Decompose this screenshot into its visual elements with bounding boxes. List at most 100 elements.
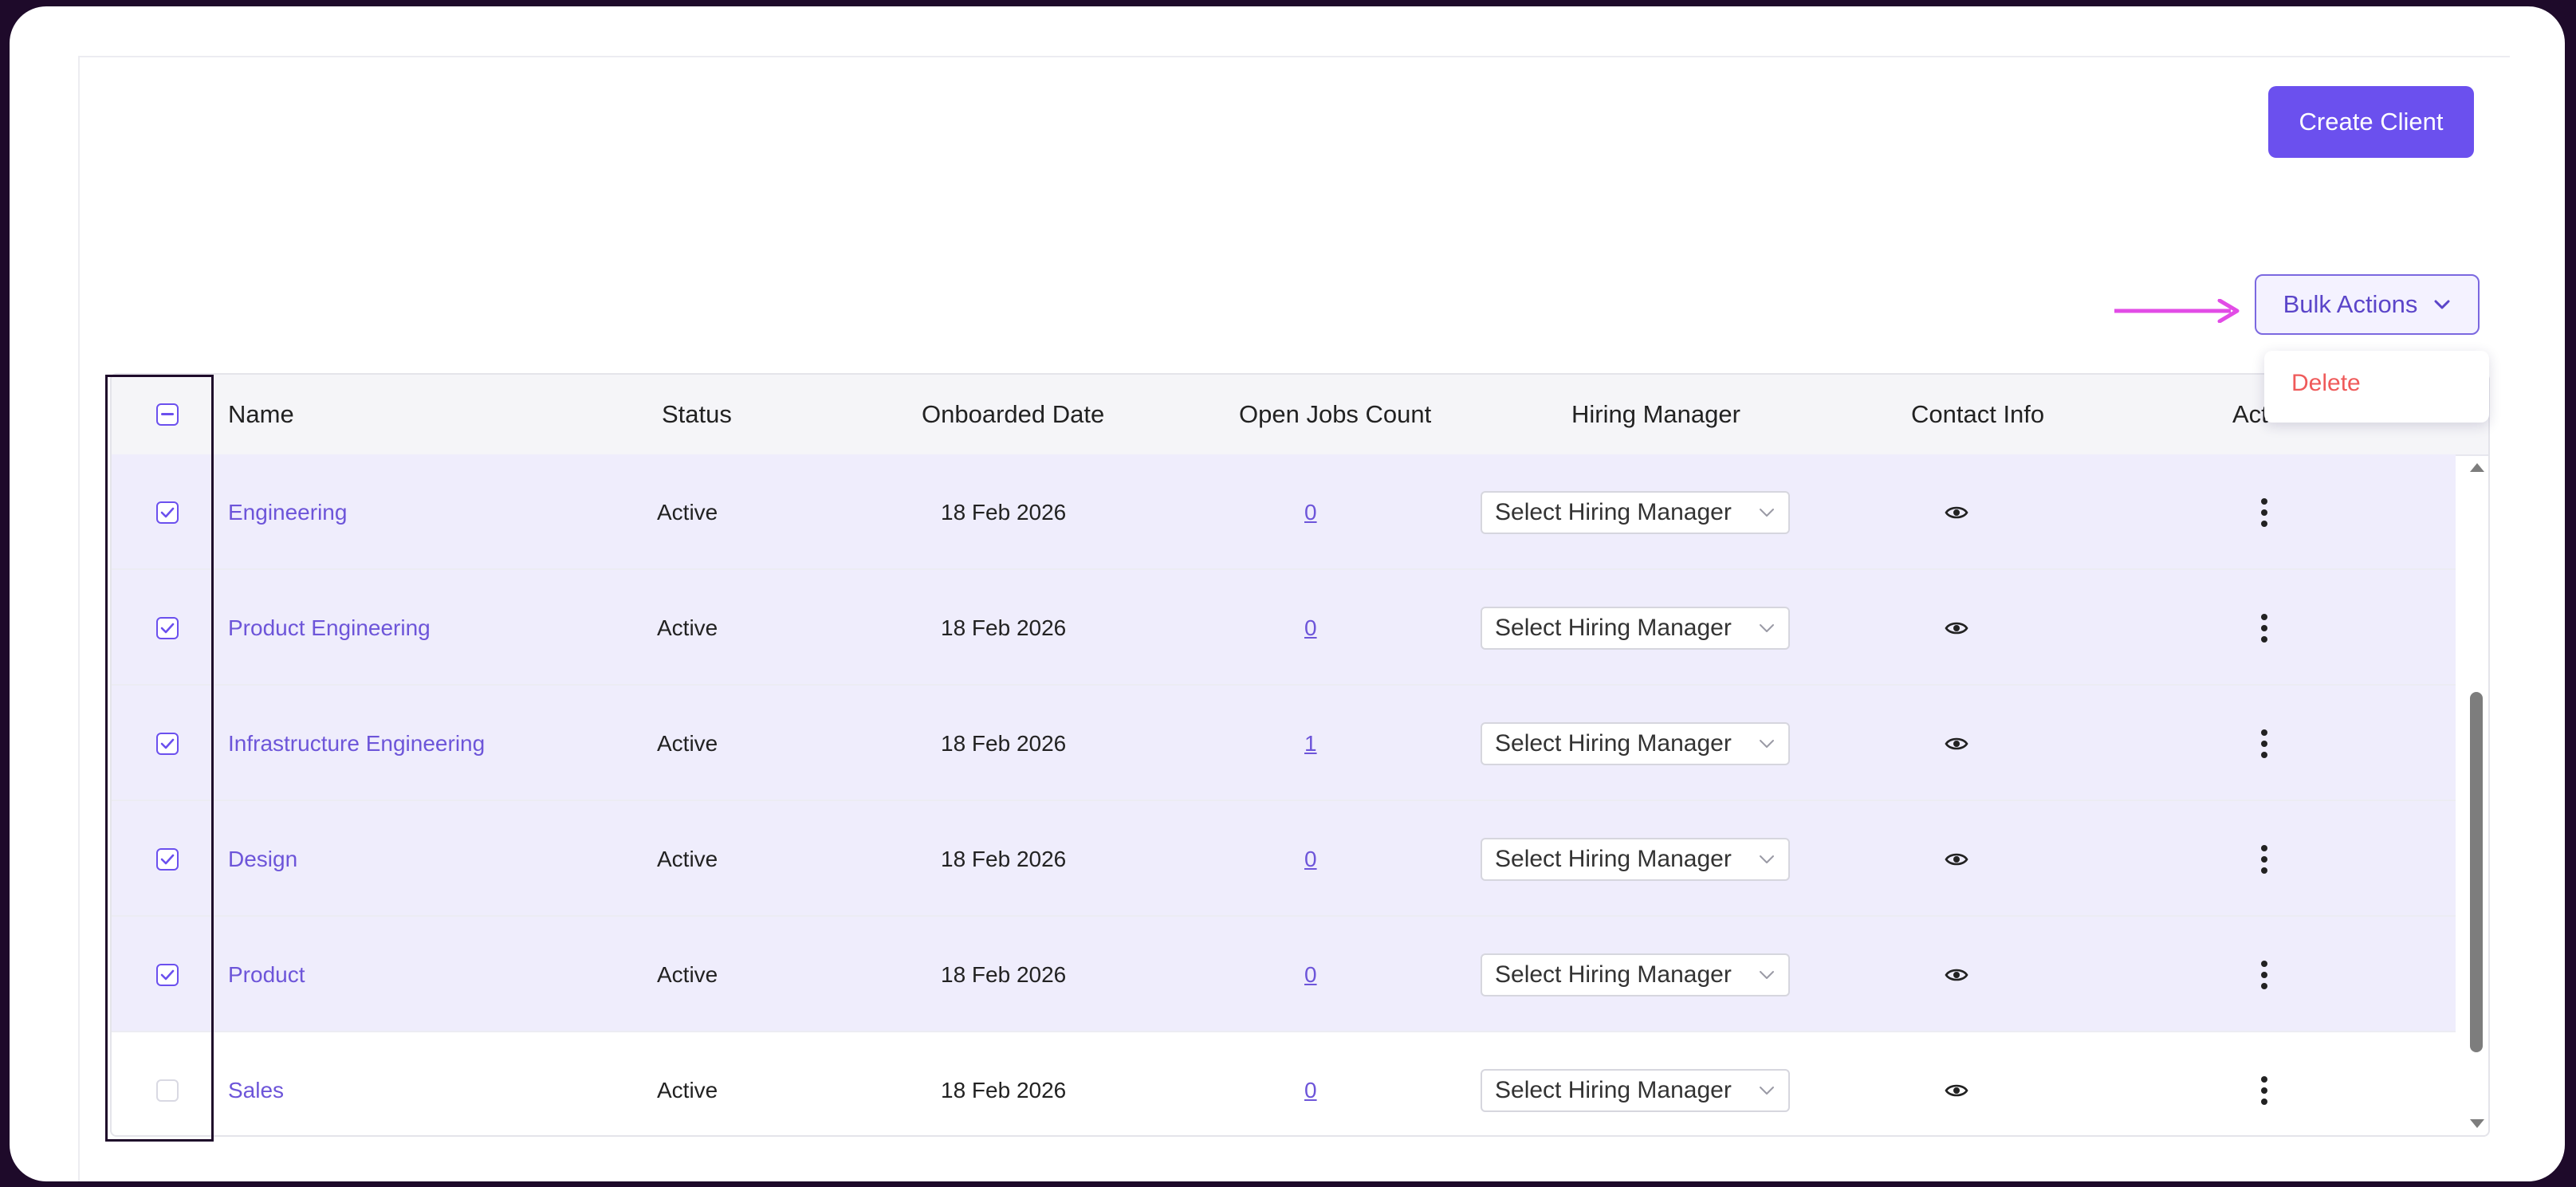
check-icon [160,969,175,980]
row-checkbox[interactable] [156,801,179,917]
onboarded-date: 18 Feb 2026 [941,846,1067,871]
hiring-manager-select[interactable]: Select Hiring Manager [1481,570,1790,686]
table-row[interactable]: Design Active 18 Feb 2026 0 Select Hiring Ma… [112,801,2456,917]
create-client-label: Create Client [2299,108,2444,136]
table-scrollbar[interactable] [2465,454,2489,1135]
kebab-menu-icon [2261,1075,2267,1105]
hiring-manager-select[interactable]: Select Hiring Manager [1481,454,1790,570]
row-checkbox[interactable] [156,686,179,801]
table-row[interactable]: Infrastructure Engineering Active 18 Feb 2… [112,686,2456,801]
chevron-down-icon [1760,855,1774,863]
check-icon [160,623,175,633]
menu-item-delete[interactable]: Delete [2291,370,2361,397]
bulk-actions-button[interactable]: Bulk Actions [2255,274,2480,335]
open-jobs-link[interactable]: 1 [1304,686,1317,801]
hiring-manager-select-value: Select Hiring Manager [1495,498,1732,525]
scroll-down-icon[interactable] [2465,1116,2489,1132]
kebab-menu-icon [2261,729,2267,758]
scroll-thumb[interactable] [2470,692,2483,1052]
eye-icon [1945,506,1968,518]
row-actions-button[interactable] [2261,686,2267,801]
hiring-manager-select[interactable]: Select Hiring Manager [1481,917,1790,1032]
table-row[interactable]: Product Engineering Active 18 Feb 2026 0 Sel… [112,570,2456,686]
row-checkbox[interactable] [156,570,179,686]
column-header-actions[interactable]: Act [2232,375,2268,454]
contact-view-button[interactable] [1945,570,1968,686]
eye-icon [1945,853,1968,865]
row-actions-button[interactable] [2261,1032,2267,1135]
client-name-link[interactable]: Product Engineering [228,570,431,686]
chevron-down-icon [1760,623,1774,632]
chevron-down-icon [1760,1086,1774,1095]
status-text: Active [657,730,718,756]
row-actions-button[interactable] [2261,917,2267,1032]
hiring-manager-select[interactable]: Select Hiring Manager [1481,801,1790,917]
check-icon [160,738,175,749]
kebab-menu-icon [2261,613,2267,643]
table-row[interactable]: Sales Active 18 Feb 2026 0 Select Hiring Man… [112,1032,2456,1135]
open-jobs-link[interactable]: 0 [1304,917,1317,1032]
eye-icon [1945,737,1968,749]
table-row[interactable]: Engineering Active 18 Feb 2026 0 Select Hiri… [112,454,2456,570]
hiring-manager-select-value: Select Hiring Manager [1495,1076,1732,1103]
minus-icon [161,413,174,415]
status-text: Active [657,499,718,525]
client-name-link[interactable]: Engineering [228,454,347,570]
onboarded-date: 18 Feb 2026 [941,961,1067,987]
onboarded-date: 18 Feb 2026 [941,730,1067,756]
annotation-arrow-icon [2114,299,2240,323]
column-header-hiring-manager[interactable]: Hiring Manager [1571,375,1740,454]
onboarded-date: 18 Feb 2026 [941,615,1067,640]
eye-icon [1945,622,1968,634]
chevron-down-icon [1760,970,1774,979]
column-header-name[interactable]: Name [228,375,294,454]
contact-view-button[interactable] [1945,686,1968,801]
status-text: Active [657,615,718,640]
contact-view-button[interactable] [1945,1032,1968,1135]
column-header-contact-info[interactable]: Contact Info [1911,375,2044,454]
hiring-manager-select[interactable]: Select Hiring Manager [1481,1032,1790,1135]
row-checkbox[interactable] [156,1032,179,1135]
status-text: Active [657,961,718,987]
column-header-status[interactable]: Status [662,375,732,454]
open-jobs-link[interactable]: 0 [1304,801,1317,917]
contact-view-button[interactable] [1945,917,1968,1032]
client-name-link[interactable]: Infrastructure Engineering [228,686,485,801]
table-row[interactable]: Product Active 18 Feb 2026 0 Select Hiring M… [112,917,2456,1032]
row-checkbox[interactable] [156,454,179,570]
eye-icon [1945,969,1968,981]
client-name-link[interactable]: Design [228,801,297,917]
scroll-up-icon[interactable] [2465,459,2489,475]
eye-icon [1945,1084,1968,1096]
open-jobs-link[interactable]: 0 [1304,570,1317,686]
chevron-down-icon [1760,739,1774,748]
column-header-open-jobs[interactable]: Open Jobs Count [1239,375,1431,454]
contact-view-button[interactable] [1945,454,1968,570]
row-actions-button[interactable] [2261,454,2267,570]
kebab-menu-icon [2261,960,2267,989]
column-header-onboarded-date[interactable]: Onboarded Date [922,375,1104,454]
table-header: Name Status Onboarded Date Open Jobs Cou… [112,375,2488,456]
check-icon [160,507,175,517]
hiring-manager-select[interactable]: Select Hiring Manager [1481,686,1790,801]
contact-view-button[interactable] [1945,801,1968,917]
hiring-manager-select-value: Select Hiring Manager [1495,614,1732,641]
row-checkbox[interactable] [156,917,179,1032]
row-actions-button[interactable] [2261,570,2267,686]
onboarded-date: 18 Feb 2026 [941,1077,1067,1102]
open-jobs-link[interactable]: 0 [1304,1032,1317,1135]
status-text: Active [657,1077,718,1102]
select-all-checkbox[interactable] [156,375,179,454]
client-name-link[interactable]: Sales [228,1032,284,1135]
hiring-manager-select-value: Select Hiring Manager [1495,729,1732,757]
create-client-button[interactable]: Create Client [2268,86,2474,158]
row-actions-button[interactable] [2261,801,2267,917]
open-jobs-link[interactable]: 0 [1304,454,1317,570]
check-icon [160,854,175,864]
client-name-link[interactable]: Product [228,917,305,1032]
bulk-actions-menu: Delete [2264,351,2489,423]
clients-table: Name Status Onboarded Date Open Jobs Cou… [110,373,2490,1137]
chevron-down-icon [2434,300,2450,309]
status-text: Active [657,846,718,871]
kebab-menu-icon [2261,844,2267,874]
